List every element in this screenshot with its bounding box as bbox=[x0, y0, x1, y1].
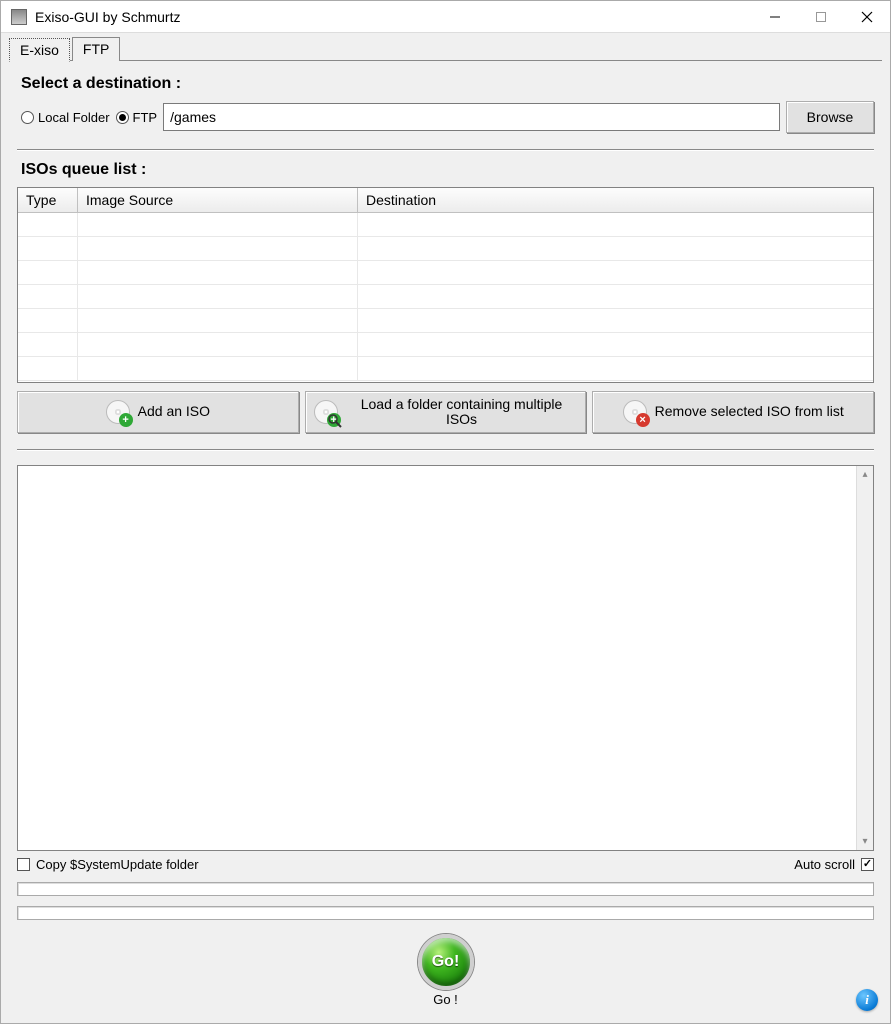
minimize-button[interactable] bbox=[752, 1, 798, 33]
disc-search-icon: + bbox=[314, 400, 338, 424]
table-body bbox=[18, 213, 873, 382]
progress-bar-1 bbox=[17, 882, 874, 896]
table-row[interactable] bbox=[18, 357, 873, 381]
table-row[interactable] bbox=[18, 237, 873, 261]
tab-label: FTP bbox=[83, 41, 109, 57]
divider bbox=[17, 149, 874, 151]
go-button[interactable]: Go! bbox=[418, 934, 474, 990]
radio-icon bbox=[21, 111, 34, 124]
tab-label: E-xiso bbox=[20, 42, 59, 58]
info-glyph: i bbox=[865, 992, 869, 1008]
radio-icon bbox=[116, 111, 129, 124]
client-area: E-xiso FTP Select a destination : Local … bbox=[1, 33, 890, 1023]
divider bbox=[17, 449, 874, 451]
browse-button[interactable]: Browse bbox=[786, 101, 874, 133]
queue-heading: ISOs queue list : bbox=[21, 161, 874, 179]
add-iso-button[interactable]: + Add an ISO bbox=[17, 391, 299, 433]
scroll-up-icon[interactable]: ▴ bbox=[857, 466, 873, 483]
app-window: Exiso-GUI by Schmurtz E-xiso FTP Select … bbox=[0, 0, 891, 1024]
radio-label: Local Folder bbox=[38, 110, 110, 125]
log-textarea[interactable]: ▴ ▾ bbox=[17, 465, 874, 851]
disc-remove-icon: × bbox=[623, 400, 647, 424]
progress-bar-2 bbox=[17, 906, 874, 920]
button-label: Load a folder containing multiple ISOs bbox=[346, 397, 578, 428]
table-header: Type Image Source Destination bbox=[18, 188, 873, 213]
col-image-source[interactable]: Image Source bbox=[78, 188, 358, 212]
radio-label: FTP bbox=[133, 110, 158, 125]
table-row[interactable] bbox=[18, 261, 873, 285]
auto-scroll-checkbox[interactable] bbox=[861, 858, 874, 871]
table-row[interactable] bbox=[18, 213, 873, 237]
col-destination[interactable]: Destination bbox=[358, 188, 873, 212]
button-label: Browse bbox=[807, 109, 854, 125]
radio-local-folder[interactable]: Local Folder bbox=[21, 110, 110, 125]
tab-panel-exiso: Select a destination : Local Folder FTP … bbox=[9, 60, 882, 1015]
go-button-text: Go! bbox=[432, 953, 460, 971]
checkbox-label: Copy $SystemUpdate folder bbox=[36, 857, 199, 872]
radio-ftp[interactable]: FTP bbox=[116, 110, 158, 125]
close-button[interactable] bbox=[844, 1, 890, 33]
disc-add-icon: + bbox=[106, 400, 130, 424]
remove-iso-button[interactable]: × Remove selected ISO from list bbox=[592, 391, 874, 433]
queue-buttons-row: + Add an ISO + Load a folder containing … bbox=[17, 391, 874, 433]
titlebar: Exiso-GUI by Schmurtz bbox=[1, 1, 890, 33]
tab-bar: E-xiso FTP bbox=[9, 37, 882, 61]
options-row: Copy $SystemUpdate folder Auto scroll bbox=[17, 857, 874, 872]
table-row[interactable] bbox=[18, 285, 873, 309]
maximize-button[interactable] bbox=[798, 1, 844, 33]
scrollbar[interactable]: ▴ ▾ bbox=[856, 466, 873, 850]
app-icon bbox=[11, 9, 27, 25]
tab-ftp[interactable]: FTP bbox=[72, 37, 120, 61]
load-folder-button[interactable]: + Load a folder containing multiple ISOs bbox=[305, 391, 587, 433]
table-row[interactable] bbox=[18, 333, 873, 357]
info-icon[interactable]: i bbox=[856, 989, 878, 1011]
window-title: Exiso-GUI by Schmurtz bbox=[35, 9, 180, 25]
scroll-down-icon[interactable]: ▾ bbox=[857, 833, 873, 850]
tab-exiso[interactable]: E-xiso bbox=[9, 38, 70, 62]
go-area: Go! Go ! bbox=[17, 934, 874, 1007]
destination-heading: Select a destination : bbox=[21, 75, 874, 93]
destination-path-input[interactable] bbox=[163, 103, 780, 131]
go-label: Go ! bbox=[433, 992, 458, 1007]
copy-systemupdate-checkbox[interactable] bbox=[17, 858, 30, 871]
col-type[interactable]: Type bbox=[18, 188, 78, 212]
checkbox-label: Auto scroll bbox=[794, 857, 855, 872]
iso-queue-table[interactable]: Type Image Source Destination bbox=[17, 187, 874, 383]
table-row[interactable] bbox=[18, 309, 873, 333]
destination-row: Local Folder FTP Browse bbox=[21, 101, 874, 133]
button-label: Remove selected ISO from list bbox=[655, 404, 844, 419]
button-label: Add an ISO bbox=[138, 404, 210, 419]
